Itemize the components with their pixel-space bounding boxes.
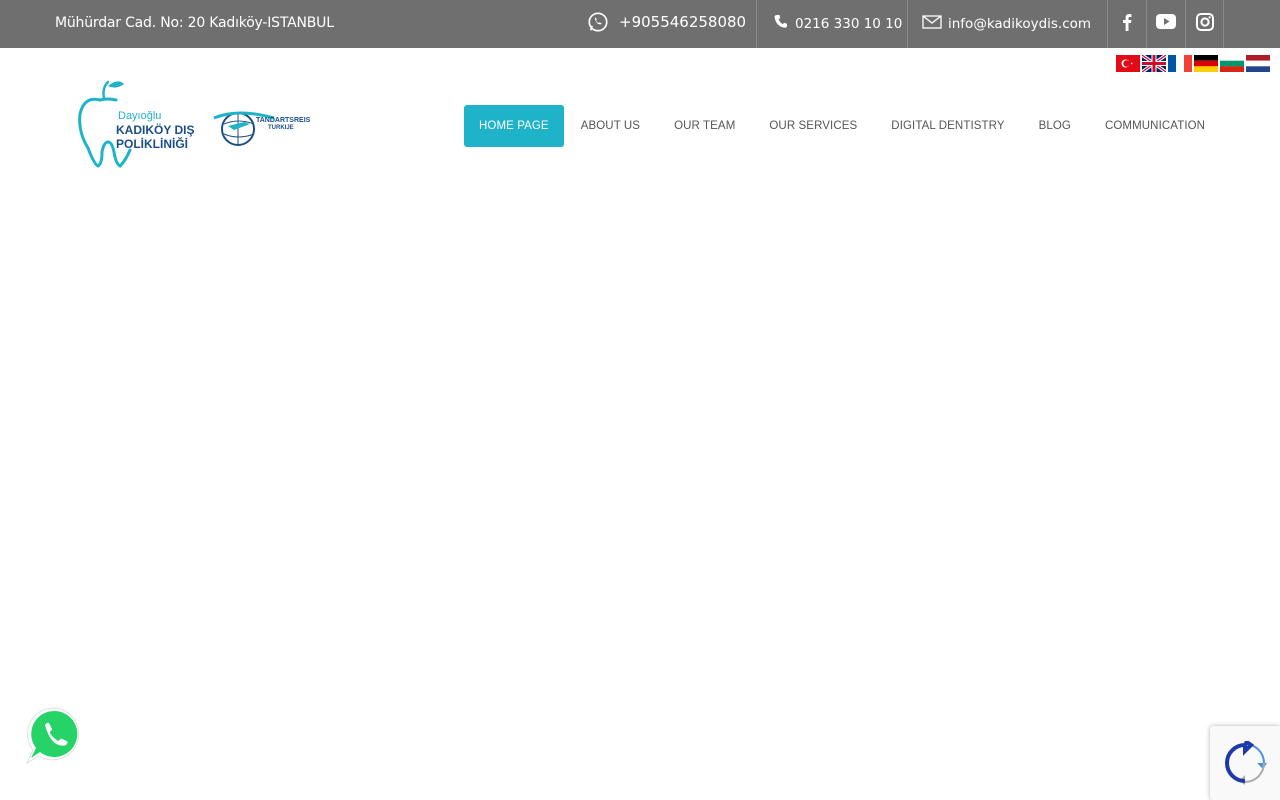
nav-communication[interactable]: COMMUNICATION [1088, 105, 1222, 147]
instagram-link[interactable] [1185, 0, 1224, 48]
nav-about-us[interactable]: ABOUT US [564, 105, 657, 147]
nav-our-services[interactable]: OUR SERVICES [752, 105, 874, 147]
whatsapp-icon [587, 11, 609, 38]
nav-blog[interactable]: BLOG [1022, 105, 1088, 147]
email-contact[interactable]: info@kadikoydis.com [907, 0, 1107, 48]
flag-tr-icon[interactable] [1116, 55, 1140, 72]
svg-text:Dayıoğlu: Dayıoğlu [118, 110, 161, 122]
whatsapp-chat-icon [25, 707, 80, 765]
main-navigation: HOME PAGE ABOUT US OUR TEAM OUR SERVICES… [464, 105, 1222, 147]
top-bar: Mühürdar Cad. No: 20 Kadıköy-ISTANBUL +9… [0, 0, 1280, 48]
facebook-link[interactable] [1107, 0, 1146, 48]
whatsapp-number: +905546258080 [619, 13, 747, 31]
email-address: info@kadikoydis.com [948, 16, 1092, 32]
facebook-icon [1122, 13, 1132, 36]
language-switcher [1116, 55, 1270, 72]
flag-bg-icon[interactable] [1220, 55, 1244, 72]
whatsapp-contact[interactable]: +905546258080 [587, 11, 747, 38]
svg-text:KADIKÖY DIŞ: KADIKÖY DIŞ [116, 122, 194, 137]
mail-icon [922, 14, 942, 34]
phone-contact[interactable]: 0216 330 10 10 [756, 0, 907, 48]
flag-nl-icon[interactable] [1246, 55, 1270, 72]
nav-our-team[interactable]: OUR TEAM [657, 105, 752, 147]
svg-text:POLİKLİNİĞİ: POLİKLİNİĞİ [116, 136, 188, 151]
flag-de-icon[interactable] [1194, 55, 1218, 72]
nav-home[interactable]: HOME PAGE [464, 105, 564, 147]
youtube-icon [1156, 14, 1176, 34]
clinic-logo[interactable]: Dayıoğlu KADIKÖY DIŞ POLİKLİNİĞİ TANDART… [78, 78, 318, 172]
flag-fr-icon[interactable] [1168, 55, 1192, 72]
whatsapp-floating-button[interactable] [25, 705, 85, 765]
youtube-link[interactable] [1146, 0, 1185, 48]
nav-digital-dentistry[interactable]: DIGITAL DENTISTRY [874, 105, 1021, 147]
svg-text:TANDARTSREIS: TANDARTSREIS [256, 117, 311, 124]
phone-number: 0216 330 10 10 [795, 16, 903, 32]
phone-icon [773, 14, 789, 35]
recaptcha-badge[interactable] [1210, 726, 1280, 800]
flag-en-icon[interactable] [1142, 55, 1166, 72]
address-text: Mühürdar Cad. No: 20 Kadıköy-ISTANBUL [55, 15, 334, 31]
svg-text:TURKIJE: TURKIJE [268, 125, 294, 131]
recaptcha-icon [1224, 741, 1267, 785]
instagram-icon [1195, 12, 1214, 36]
